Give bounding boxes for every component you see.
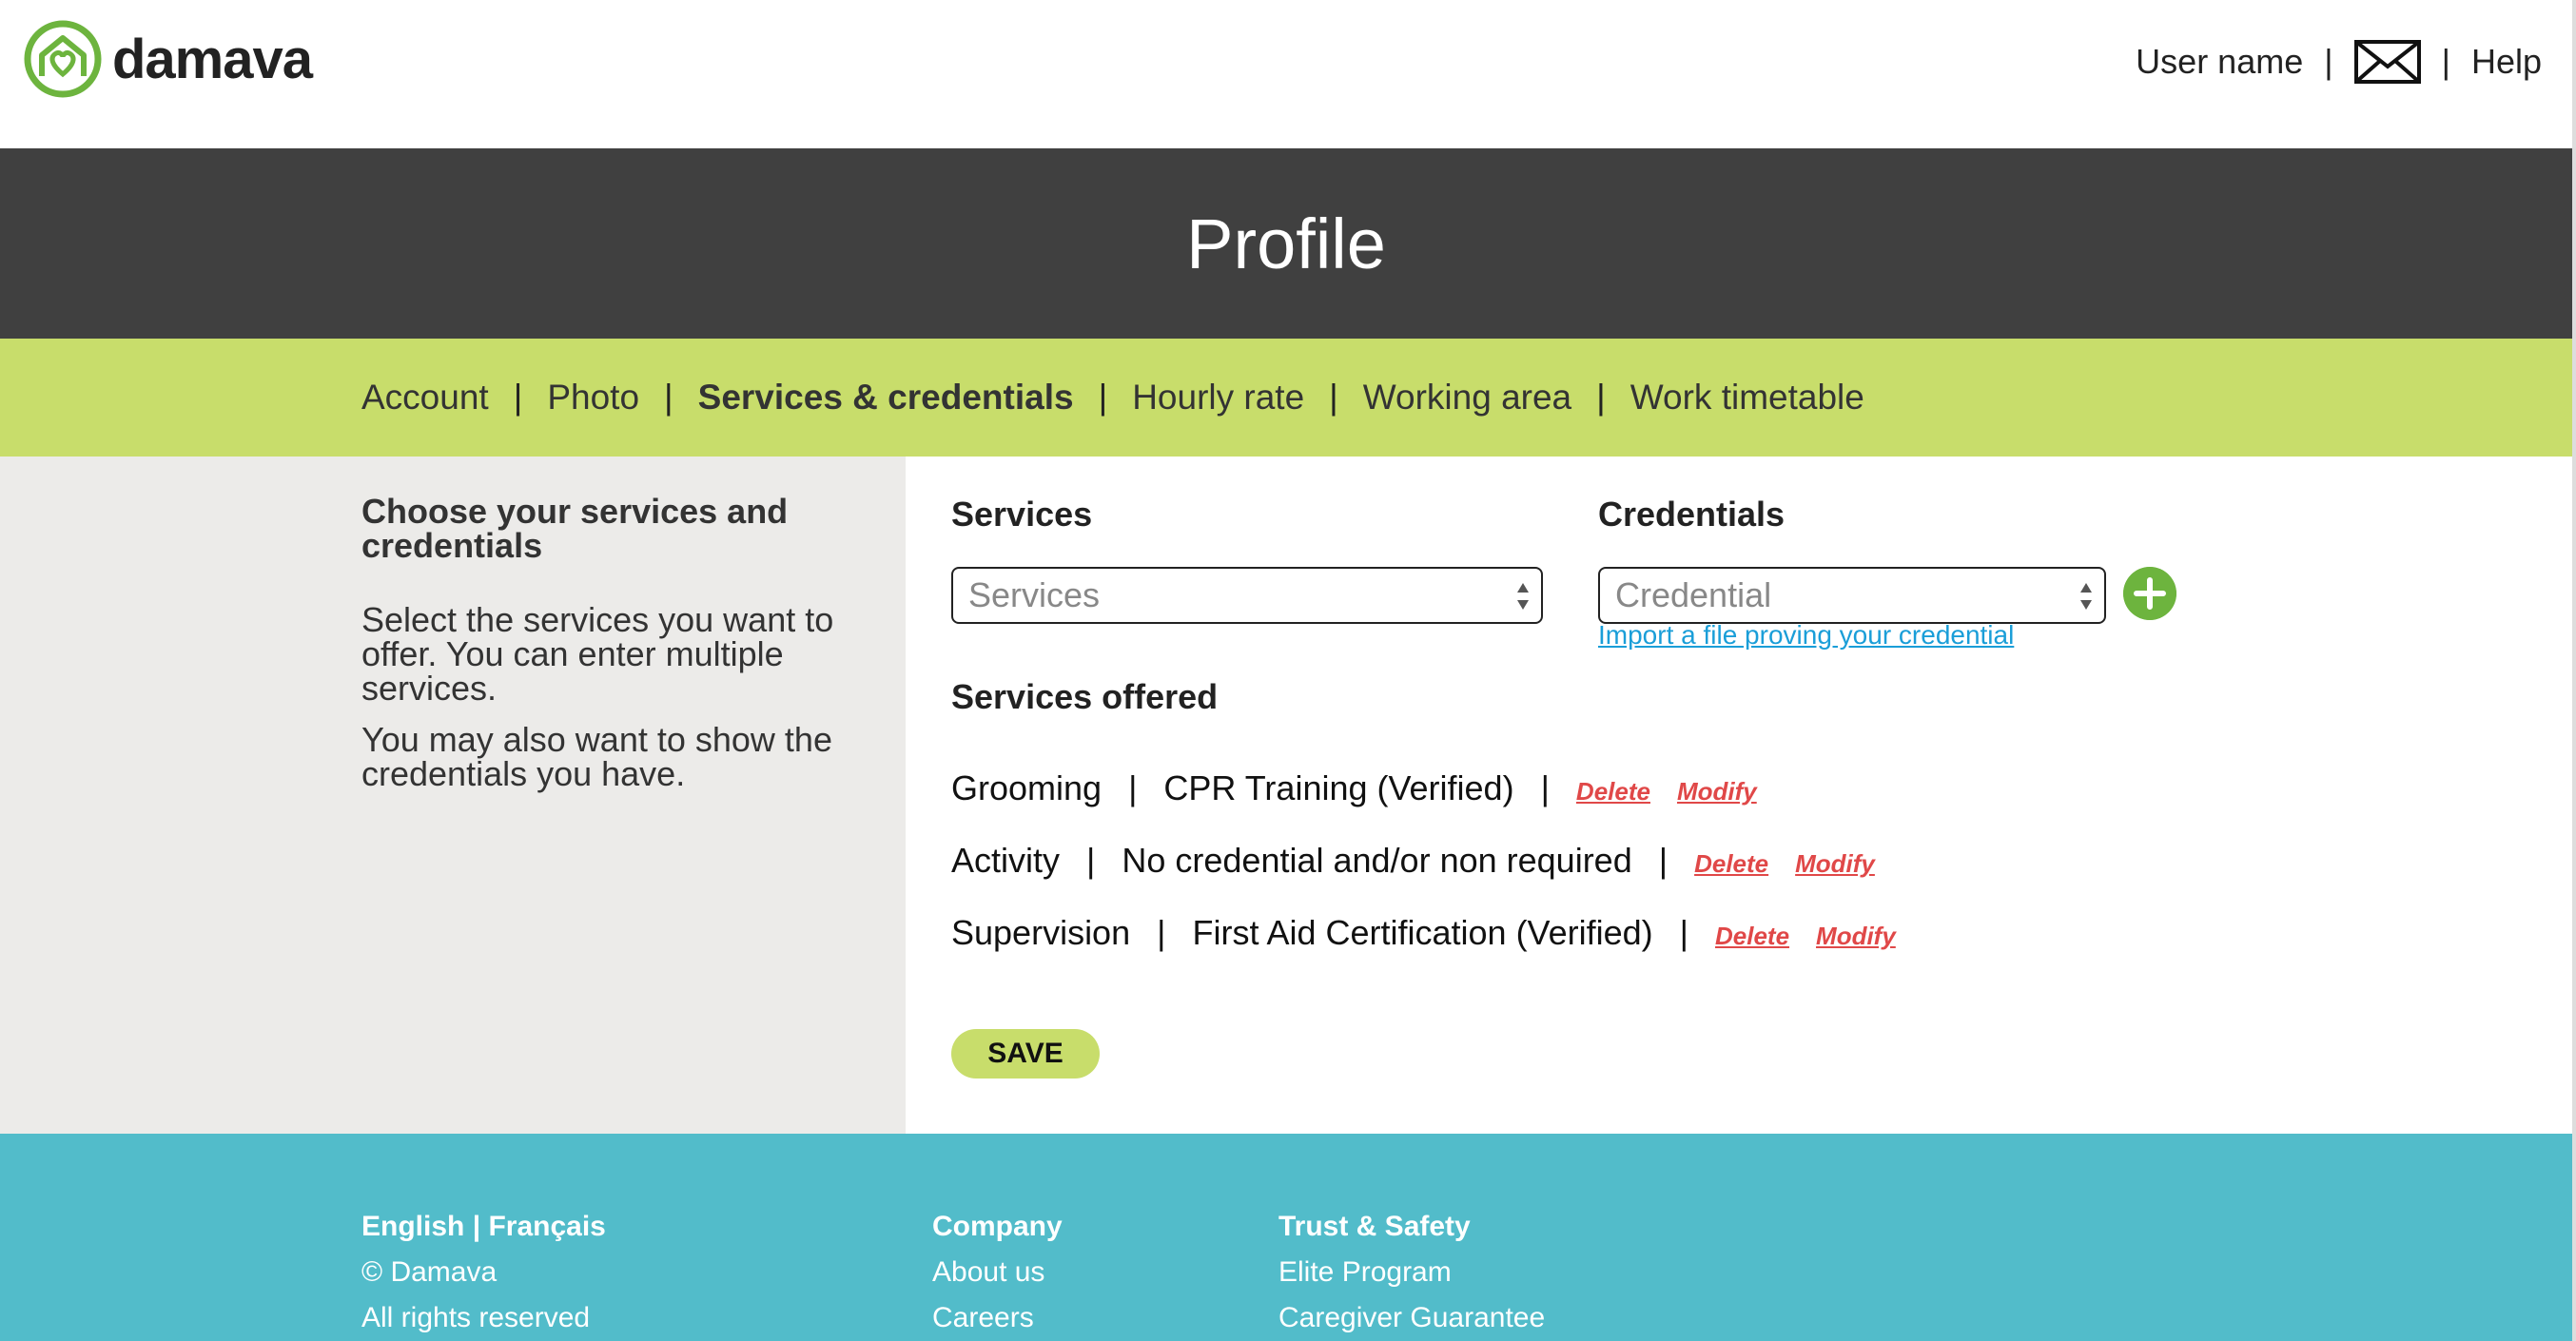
tab-work-timetable[interactable]: Work timetable bbox=[1630, 378, 1864, 418]
tab-photo[interactable]: Photo bbox=[547, 378, 639, 418]
footer-trust-heading: Trust & Safety bbox=[1278, 1211, 1471, 1242]
list-item: Grooming | CPR Training (Verified) | Del… bbox=[951, 768, 1784, 808]
tab-separator: | bbox=[664, 378, 673, 417]
modify-link[interactable]: Modify bbox=[1816, 922, 1896, 951]
header-user-nav: User name | | Help bbox=[2136, 40, 2542, 84]
credentials-title: Credentials bbox=[1598, 495, 1786, 534]
footer-company-heading: Company bbox=[932, 1211, 1063, 1242]
lang-french-link[interactable]: Français bbox=[488, 1211, 605, 1242]
offered-service-name: Activity bbox=[951, 841, 1061, 880]
main-content: Choose your services and credentials Sel… bbox=[0, 457, 2572, 1134]
instructions-text: You may also want to show the credential… bbox=[361, 720, 832, 793]
row-separator: | bbox=[1658, 841, 1669, 880]
delete-link[interactable]: Delete bbox=[1715, 922, 1789, 951]
credential-select[interactable]: Credential bbox=[1598, 567, 2106, 624]
services-offered-title: Services offered bbox=[951, 677, 1219, 716]
tab-hourly-rate[interactable]: Hourly rate bbox=[1132, 378, 1304, 418]
save-button[interactable]: SAVE bbox=[951, 1029, 1100, 1079]
services-title: Services bbox=[951, 495, 1093, 534]
tab-services-credentials[interactable]: Services & credentials bbox=[698, 378, 1074, 418]
list-item: Activity | No credential and/or non requ… bbox=[951, 841, 1902, 881]
offered-credential-name: No credential and/or non required bbox=[1122, 841, 1632, 880]
profile-banner: Profile bbox=[0, 148, 2572, 339]
tab-account[interactable]: Account bbox=[361, 378, 489, 418]
import-credential-link[interactable]: Import a file proving your credential bbox=[1598, 620, 2014, 651]
lang-english-link[interactable]: English bbox=[361, 1211, 464, 1242]
mail-icon[interactable] bbox=[2353, 40, 2421, 84]
logo-text: damava bbox=[112, 28, 313, 90]
instructions-panel: Choose your services and credentials Sel… bbox=[0, 457, 906, 1134]
footer: English | Français © Damava All rights r… bbox=[0, 1134, 2572, 1341]
row-separator: | bbox=[1086, 841, 1096, 880]
row-separator: | bbox=[1540, 768, 1550, 807]
lang-separator: | bbox=[472, 1211, 481, 1242]
row-separator: | bbox=[1679, 913, 1688, 952]
select-arrows-icon bbox=[2080, 583, 2092, 610]
offered-service-name: Supervision bbox=[951, 913, 1131, 952]
footer-careers-link[interactable]: Careers bbox=[932, 1295, 1063, 1341]
instructions-heading: Choose your services and credentials bbox=[361, 492, 789, 565]
offered-credential-name: First Aid Certification (Verified) bbox=[1192, 913, 1653, 952]
top-header: damava User name | | Help bbox=[0, 0, 2576, 148]
rights-text: All rights reserved bbox=[361, 1302, 591, 1333]
footer-elite-link[interactable]: Elite Program bbox=[1278, 1250, 1545, 1295]
services-select[interactable]: Services bbox=[951, 567, 1543, 624]
delete-link[interactable]: Delete bbox=[1694, 849, 1768, 879]
tab-separator: | bbox=[1098, 378, 1108, 417]
offered-credential-name: CPR Training (Verified) bbox=[1163, 768, 1514, 807]
row-separator: | bbox=[1128, 768, 1138, 807]
select-arrows-icon bbox=[1517, 583, 1529, 610]
language-switcher: English | Français bbox=[361, 1204, 606, 1250]
tab-working-area[interactable]: Working area bbox=[1363, 378, 1571, 418]
footer-col-language: English | Français © Damava All rights r… bbox=[361, 1204, 606, 1341]
delete-link[interactable]: Delete bbox=[1576, 777, 1650, 807]
offered-service-name: Grooming bbox=[951, 768, 1103, 807]
footer-about-link[interactable]: About us bbox=[932, 1250, 1063, 1295]
tab-separator: | bbox=[513, 378, 523, 417]
damava-logo-icon bbox=[24, 20, 102, 98]
header-separator: | bbox=[2324, 42, 2333, 81]
modify-link[interactable]: Modify bbox=[1677, 777, 1757, 807]
footer-col-trust: Trust & Safety Elite Program Caregiver G… bbox=[1278, 1204, 1545, 1341]
user-name-link[interactable]: User name bbox=[2136, 42, 2303, 82]
add-credential-plus-icon[interactable] bbox=[2123, 567, 2176, 620]
help-link[interactable]: Help bbox=[2471, 42, 2542, 82]
row-separator: | bbox=[1157, 913, 1166, 952]
tab-separator: | bbox=[1329, 378, 1338, 417]
logo[interactable]: damava bbox=[23, 19, 313, 99]
footer-guarantee-link[interactable]: Caregiver Guarantee bbox=[1278, 1295, 1545, 1341]
profile-tabs: Account | Photo | Services & credentials… bbox=[0, 339, 2572, 457]
footer-col-company: Company About us Careers bbox=[932, 1204, 1063, 1341]
tab-separator: | bbox=[1596, 378, 1606, 417]
scrollbar[interactable] bbox=[2572, 0, 2576, 1341]
services-select-placeholder: Services bbox=[968, 575, 1101, 614]
modify-link[interactable]: Modify bbox=[1795, 849, 1875, 879]
header-separator: | bbox=[2441, 42, 2450, 81]
list-item: Supervision | First Aid Certification (V… bbox=[951, 913, 1922, 953]
copyright-text: © Damava bbox=[361, 1256, 498, 1288]
page-title: Profile bbox=[1186, 204, 1386, 283]
credential-select-placeholder: Credential bbox=[1615, 575, 1772, 614]
instructions-text: Select the services you want to offer. Y… bbox=[361, 600, 834, 708]
